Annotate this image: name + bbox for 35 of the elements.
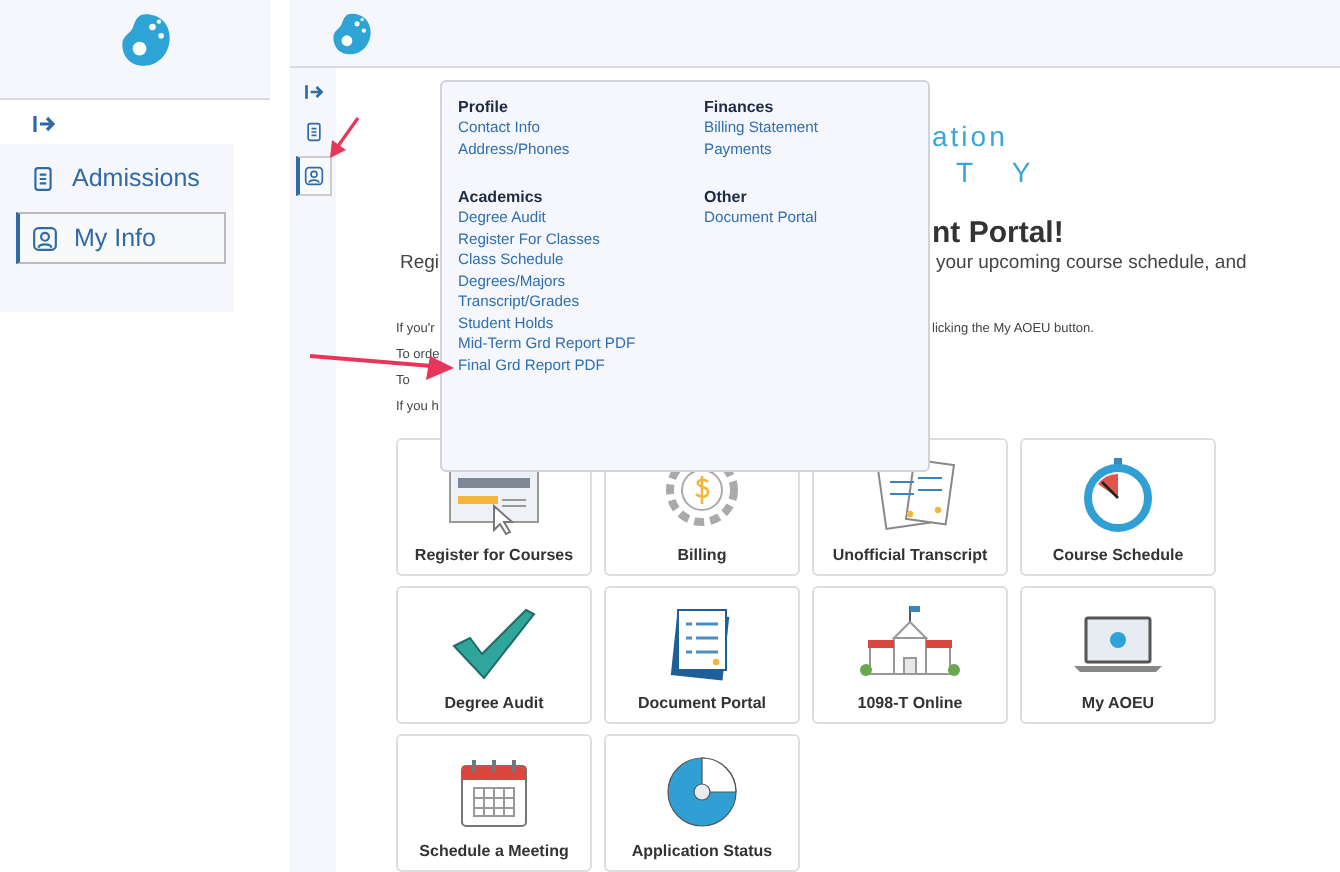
- annotation-arrow: [330, 117, 360, 158]
- menu-heading: Finances: [704, 96, 774, 118]
- menu-heading: Profile: [458, 96, 508, 118]
- stopwatch-icon: [1084, 458, 1152, 532]
- dashboard-tile[interactable]: Application Status: [604, 734, 800, 872]
- school-building-drawing: [860, 606, 960, 676]
- expand-icon[interactable]: [303, 82, 323, 102]
- rail-item[interactable]: [295, 156, 331, 196]
- logo-text: T Y: [954, 156, 1047, 188]
- document-icon: [30, 165, 56, 191]
- nav-item[interactable]: Admissions: [16, 152, 226, 204]
- menu-heading: Academics: [458, 186, 543, 208]
- pie-chart-icon: [667, 757, 737, 827]
- person-icon: [32, 225, 58, 251]
- menu-heading: Other: [704, 186, 747, 208]
- dashboard-tile[interactable]: Degree Audit: [396, 586, 592, 724]
- logo-text: ation: [932, 120, 1008, 152]
- nav-item[interactable]: My Info: [16, 212, 226, 264]
- person-icon: [304, 166, 324, 186]
- clipboard-drawing: [670, 609, 730, 681]
- dashboard-tile[interactable]: 1098-T Online: [812, 586, 1008, 724]
- dashboard-tile[interactable]: Document Portal: [604, 586, 800, 724]
- dashboard-tile[interactable]: Schedule a Meeting: [396, 734, 592, 872]
- document-icon: [303, 122, 323, 142]
- intro-text: Regi: [400, 252, 440, 274]
- expand-icon[interactable]: [32, 112, 56, 136]
- dashboard-tile[interactable]: My AOEU: [1020, 586, 1216, 724]
- laptop-drawing: [1074, 616, 1162, 672]
- intro-text: your upcoming course schedule, and: [936, 252, 1247, 274]
- logo-icon: [117, 12, 173, 68]
- calendar-icon: [461, 758, 527, 827]
- page-heading: nt Portal!: [932, 216, 1064, 250]
- checkmark-icon: [452, 608, 536, 680]
- dashboard-tile[interactable]: Course Schedule: [1020, 438, 1216, 576]
- logo-icon: [330, 12, 374, 56]
